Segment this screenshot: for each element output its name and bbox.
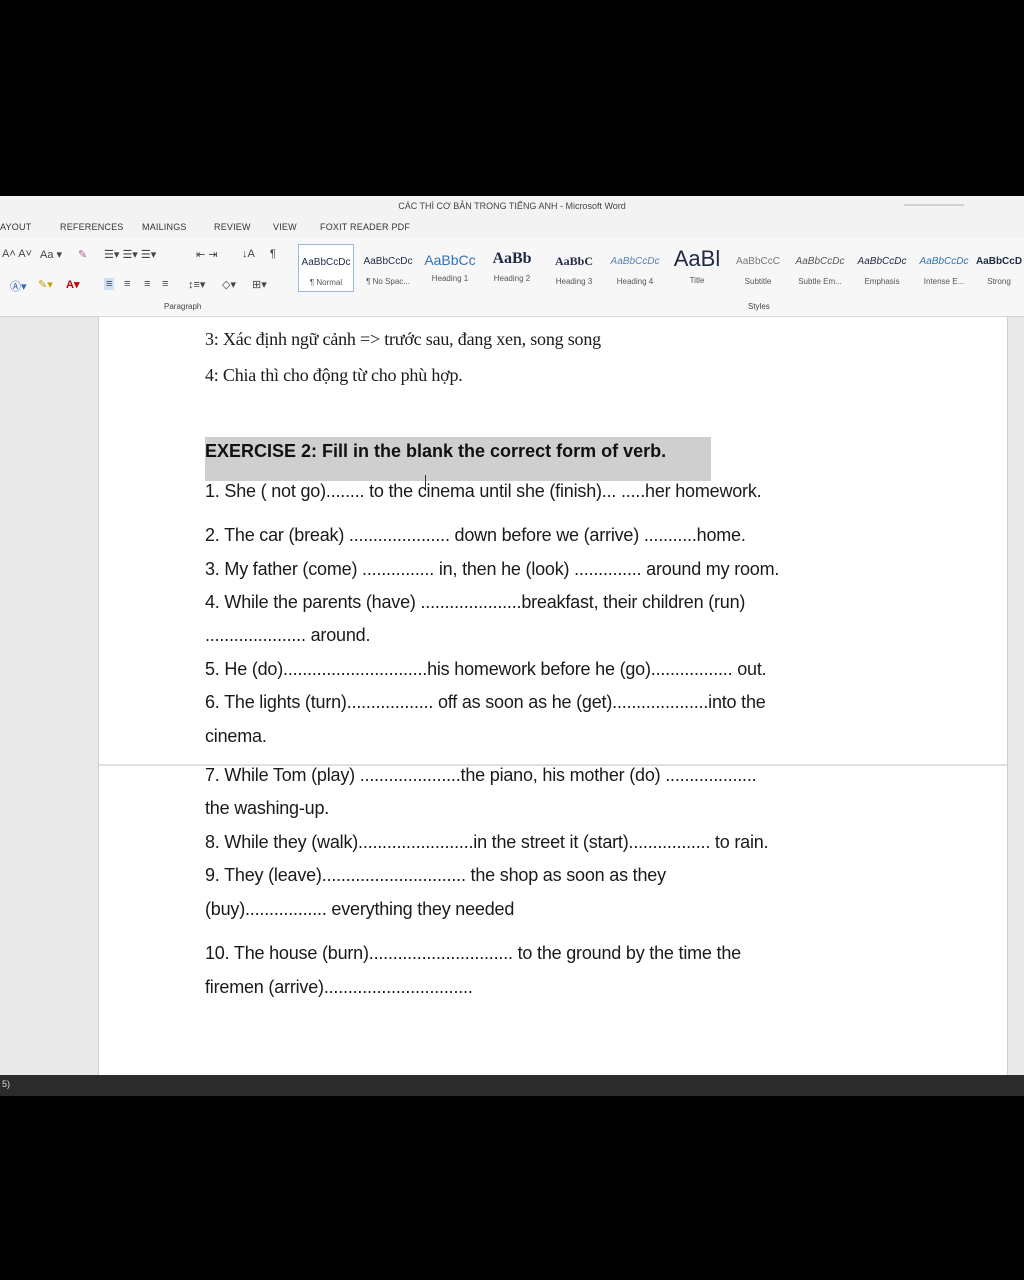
- style-title[interactable]: AaBl Title: [667, 244, 727, 290]
- window-controls[interactable]: [904, 204, 964, 206]
- style-strong[interactable]: AaBbCcD Strong: [974, 244, 1024, 290]
- style-sample: AaBbCcDc: [919, 256, 969, 267]
- tab-layout[interactable]: AYOUT: [0, 222, 31, 232]
- style-sample: AaBbCcDc: [363, 256, 413, 267]
- style-heading-4[interactable]: AaBbCcDc Heading 4: [605, 244, 665, 290]
- style-label: ¶ No Spac...: [366, 277, 410, 286]
- font-color-icon[interactable]: A▾: [66, 278, 79, 291]
- tab-mailings[interactable]: MAILINGS: [142, 222, 187, 232]
- document-area: 3: Xác định ngữ cảnh => trước sau, đang …: [0, 317, 1024, 1075]
- align-center-icon[interactable]: ≡: [124, 278, 130, 290]
- change-case-button[interactable]: Aa ▾: [40, 248, 62, 261]
- style-emphasis[interactable]: AaBbCcDc Emphasis: [852, 244, 912, 290]
- exercise-line: 10. The house (burn)....................…: [205, 943, 741, 963]
- exercise-line: (buy)................. everything they n…: [205, 899, 515, 919]
- change-case-label: Aa: [40, 249, 54, 261]
- style-sample: AaBbCcC: [736, 256, 780, 267]
- exercise-line: 7. While Tom (play) ....................…: [205, 765, 757, 785]
- borders-icon[interactable]: ⊞▾: [252, 278, 267, 291]
- status-bar: 5): [0, 1075, 1024, 1096]
- style-normal[interactable]: AaBbCcDc ¶ Normal: [298, 244, 354, 292]
- exercise-line: cinema.: [205, 726, 267, 746]
- exercise-line: ..................... around.: [205, 625, 371, 645]
- tab-foxit-reader-pdf[interactable]: FOXIT READER PDF: [320, 222, 410, 232]
- word-window: CÁC THÌ CƠ BẢN TRONG TIẾNG ANH - Microso…: [0, 196, 1024, 1096]
- line-spacing-icon[interactable]: ↕≡▾: [188, 278, 205, 291]
- exercise-line: firemen (arrive)........................…: [205, 977, 473, 997]
- style-sample: AaBbCcDc: [610, 256, 660, 267]
- style-label: Heading 2: [493, 274, 531, 283]
- document-page[interactable]: 3: Xác định ngữ cảnh => trước sau, đang …: [98, 317, 1008, 1075]
- text-effects-icon[interactable]: Ⓐ▾: [10, 278, 27, 294]
- style-label: Heading 1: [431, 274, 469, 283]
- status-text: 5): [2, 1079, 11, 1089]
- style-sample: AaBbC: [554, 254, 593, 268]
- style-sample: AaBb: [492, 250, 532, 267]
- style-heading-1[interactable]: AaBbCc Heading 1: [420, 244, 480, 290]
- exercise-line: 6. The lights (turn).................. o…: [205, 692, 766, 712]
- exercise-line: 2. The car (break) .....................…: [205, 525, 746, 545]
- intro-line: 3: Xác định ngữ cảnh => trước sau, đang …: [205, 329, 601, 349]
- style-sample: AaBl: [673, 246, 721, 271]
- style-intense-emphasis[interactable]: AaBbCcDc Intense E...: [914, 244, 974, 290]
- style-label: Heading 3: [555, 277, 593, 286]
- paragraph-group-label: Paragraph: [164, 302, 202, 311]
- exercise-line: 5. He (do)..............................…: [205, 659, 767, 679]
- style-label: Subtle Em...: [798, 277, 842, 286]
- style-heading-2[interactable]: AaBb Heading 2: [482, 244, 542, 290]
- style-heading-3[interactable]: AaBbC Heading 3: [544, 244, 604, 290]
- style-sample: AaBbCcDc: [857, 256, 907, 267]
- shading-icon[interactable]: ◇▾: [222, 278, 236, 291]
- style-sample: AaBbCc: [424, 252, 476, 268]
- sort-icon[interactable]: ↓A: [242, 248, 255, 260]
- style-no-spacing[interactable]: AaBbCcDc ¶ No Spac...: [358, 244, 418, 290]
- window-title: CÁC THÌ CƠ BẢN TRONG TIẾNG ANH - Microso…: [398, 201, 626, 211]
- align-left-icon[interactable]: ≡: [104, 278, 115, 290]
- align-right-icon[interactable]: ≡: [144, 278, 150, 290]
- grow-font-icon[interactable]: A˄ A˅: [2, 248, 32, 260]
- style-label: Intense E...: [923, 277, 965, 286]
- style-sample: AaBbCcDc: [301, 257, 351, 268]
- style-label: Emphasis: [864, 277, 900, 286]
- exercise-line: 4. While the parents (have) ............…: [205, 592, 746, 612]
- style-label: ¶ Normal: [309, 278, 343, 287]
- exercise-line: 1. She ( not go)........ to the cinema u…: [205, 481, 762, 501]
- ribbon: A˄ A˅ Aa ▾ ✎ Ⓐ▾ ✎▾ A▾ ☰▾ ☰▾ ☰▾ ⇤ ⇥ ↓A ¶ …: [0, 238, 1024, 317]
- style-sample: AaBbCcDc: [795, 256, 845, 267]
- styles-group-label: Styles: [748, 302, 770, 311]
- intro-line: 4: Chia thì cho động từ cho phù hợp.: [205, 365, 463, 385]
- highlight-icon[interactable]: ✎▾: [38, 278, 53, 291]
- clear-formatting-icon[interactable]: ✎: [78, 248, 87, 261]
- style-subtle-emphasis[interactable]: AaBbCcDc Subtle Em...: [790, 244, 850, 290]
- justify-icon[interactable]: ≡: [162, 278, 168, 290]
- exercise-heading-text: EXERCISE 2: Fill in the blank the correc…: [205, 441, 667, 461]
- style-label: Strong: [987, 277, 1011, 286]
- indent-icon[interactable]: ⇤ ⇥: [196, 248, 218, 261]
- exercise-line: the washing-up.: [205, 798, 330, 818]
- exercise-line: 8. While they (walk)....................…: [205, 832, 769, 852]
- bullets-icon[interactable]: ☰▾ ☰▾ ☰▾: [104, 248, 156, 261]
- tab-review[interactable]: REVIEW: [214, 222, 251, 232]
- style-subtitle[interactable]: AaBbCcC Subtitle: [728, 244, 788, 290]
- style-label: Title: [689, 276, 705, 285]
- pilcrow-icon[interactable]: ¶: [270, 248, 276, 260]
- exercise-heading: EXERCISE 2: Fill in the blank the correc…: [205, 437, 711, 481]
- title-bar: CÁC THÌ CƠ BẢN TRONG TIẾNG ANH - Microso…: [0, 196, 1024, 216]
- style-label: Subtitle: [744, 277, 772, 286]
- tab-view[interactable]: VIEW: [273, 222, 297, 232]
- style-label: Heading 4: [616, 277, 654, 286]
- exercise-line: 9. They (leave).........................…: [205, 865, 666, 885]
- style-sample: AaBbCcD: [975, 256, 1023, 267]
- ribbon-tabs: AYOUT REFERENCES MAILINGS REVIEW VIEW FO…: [0, 216, 1024, 238]
- tab-references[interactable]: REFERENCES: [60, 222, 124, 232]
- exercise-line: 3. My father (come) ............... in, …: [205, 559, 780, 579]
